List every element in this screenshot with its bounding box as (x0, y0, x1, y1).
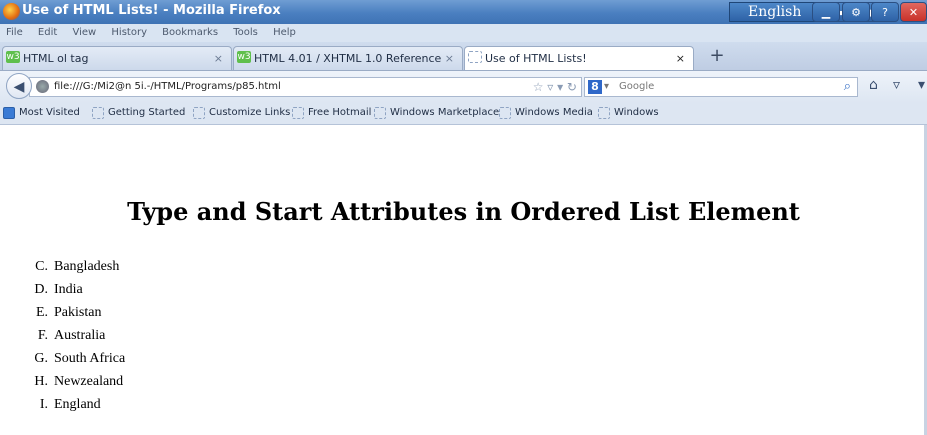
w3-favicon-icon: w3 (237, 51, 251, 63)
tab-html-ol-tag[interactable]: w3 HTML ol tag × (2, 46, 232, 70)
close-button[interactable]: ✕ (900, 2, 927, 22)
pocket-icon[interactable]: ▿ (893, 77, 900, 93)
w3-favicon-icon: w3 (6, 51, 20, 63)
list-item-text: India (54, 282, 83, 297)
page-heading: Type and Start Attributes in Ordered Lis… (127, 197, 800, 226)
blank-page-icon (468, 51, 482, 63)
search-bar[interactable]: 8 ▾ Google ⌕ (584, 77, 858, 97)
bookmark-windows[interactable]: Windows (598, 107, 659, 119)
bookmark-most-visited[interactable]: Most Visited (3, 107, 80, 119)
site-identity-icon (36, 80, 49, 93)
minimize-button[interactable]: ▁ (812, 2, 840, 22)
bookmark-windows-media[interactable]: Windows Media (499, 107, 593, 119)
close-tab-icon[interactable]: × (445, 52, 454, 65)
help-button[interactable]: ? (871, 2, 899, 22)
menu-view[interactable]: View (72, 27, 96, 38)
bookmark-label: Most Visited (19, 107, 80, 118)
list-item: E. Pakistan (31, 305, 125, 328)
list-item: I. England (31, 397, 125, 420)
menu-file[interactable]: File (6, 27, 23, 38)
list-marker: H. (34, 374, 48, 389)
bookmark-customize-links[interactable]: Customize Links (193, 107, 290, 119)
list-item: F. Australia (31, 328, 125, 351)
search-placeholder: Google (619, 81, 655, 92)
close-tab-icon[interactable]: × (214, 52, 223, 65)
navigation-bar: file:///G:/Mi2@n 5i.-/HTML/Programs/p85.… (0, 71, 927, 103)
blank-page-icon (598, 107, 610, 119)
bookmark-free-hotmail[interactable]: Free Hotmail (292, 107, 371, 119)
menu-tools[interactable]: Tools (233, 27, 258, 38)
bookmark-label: Customize Links (209, 107, 291, 118)
bookmark-getting-started[interactable]: Getting Started (92, 107, 185, 119)
url-bar[interactable]: file:///G:/Mi2@n 5i.-/HTML/Programs/p85.… (29, 77, 582, 97)
list-item-text: Bangladesh (54, 259, 120, 274)
bookmarks-toolbar: Most Visited Getting Started Customize L… (0, 103, 927, 125)
list-marker: C. (35, 259, 48, 274)
tab-html-lists[interactable]: Use of HTML Lists! × (464, 46, 694, 70)
window-title: Use of HTML Lists! - Mozilla Firefox (22, 3, 281, 18)
language-button[interactable]: English ▾ (729, 2, 825, 22)
blank-page-icon (193, 107, 205, 119)
list-marker: F. (37, 328, 48, 343)
bookmark-label: Free Hotmail (308, 107, 372, 118)
blank-page-icon (92, 107, 104, 119)
list-marker: E. (35, 305, 48, 320)
tab-label: HTML ol tag (23, 52, 89, 65)
list-item-text: Australia (54, 328, 106, 343)
list-item-text: England (54, 397, 101, 412)
back-button[interactable]: ◀ (6, 73, 32, 99)
most-visited-icon (3, 107, 15, 119)
menu-history[interactable]: History (111, 27, 147, 38)
list-item-text: South Africa (54, 351, 126, 366)
ordered-list: C. Bangladesh D. India E. Pakistan F. Austra… (31, 259, 125, 420)
tab-bar: w3 HTML ol tag × w3 HTML 4.01 / XHTML 1.… (0, 42, 927, 71)
new-tab-button[interactable]: + (707, 46, 727, 68)
search-engine-dropdown-icon[interactable]: ▾ (604, 78, 609, 96)
language-label: English (748, 4, 802, 20)
bookmark-label: Getting Started (108, 107, 186, 118)
bookmark-label: Windows Media (515, 107, 593, 118)
home-icon[interactable]: ⌂ (869, 77, 878, 93)
page-content: Type and Start Attributes in Ordered Lis… (0, 125, 927, 435)
menu-help[interactable]: Help (273, 27, 296, 38)
bookmark-windows-marketplace[interactable]: Windows Marketplace (374, 107, 499, 119)
list-item-text: Pakistan (54, 305, 102, 320)
bookmark-label: Windows (614, 107, 659, 118)
list-item: D. India (31, 282, 125, 305)
list-item-text: Newzealand (54, 374, 124, 389)
window-titlebar: Use of HTML Lists! - Mozilla Firefox Eng… (0, 0, 927, 24)
list-marker: G. (34, 351, 48, 366)
blank-page-icon (374, 107, 386, 119)
menu-arrow-icon[interactable]: ▾ (918, 77, 925, 93)
list-item: G. South Africa (31, 351, 125, 374)
menu-bookmarks[interactable]: Bookmarks (162, 27, 218, 38)
close-tab-icon[interactable]: × (676, 52, 685, 65)
list-item: H. Newzealand (31, 374, 125, 397)
menu-edit[interactable]: Edit (38, 27, 57, 38)
blank-page-icon (292, 107, 304, 119)
firefox-logo-icon (3, 3, 20, 20)
list-item: C. Bangladesh (31, 259, 125, 282)
tab-html-reference[interactable]: w3 HTML 4.01 / XHTML 1.0 Reference × (233, 46, 463, 70)
bookmark-label: Windows Marketplace (390, 107, 500, 118)
search-icon[interactable]: ⌕ (844, 78, 851, 96)
settings-button[interactable]: ⚙ (842, 2, 870, 22)
tab-label: Use of HTML Lists! (485, 52, 587, 65)
menu-bar: File Edit View History Bookmarks Tools H… (0, 24, 927, 42)
url-text: file:///G:/Mi2@n 5i.-/HTML/Programs/p85.… (54, 81, 281, 92)
tab-label: HTML 4.01 / XHTML 1.0 Reference (254, 52, 442, 65)
list-marker: D. (34, 282, 48, 297)
blank-page-icon (499, 107, 511, 119)
search-engine-icon[interactable]: 8 (588, 80, 602, 94)
bookmark-star-icon[interactable]: ☆ ▿ ▾ ↻ (533, 78, 577, 96)
list-marker: I. (39, 397, 48, 412)
